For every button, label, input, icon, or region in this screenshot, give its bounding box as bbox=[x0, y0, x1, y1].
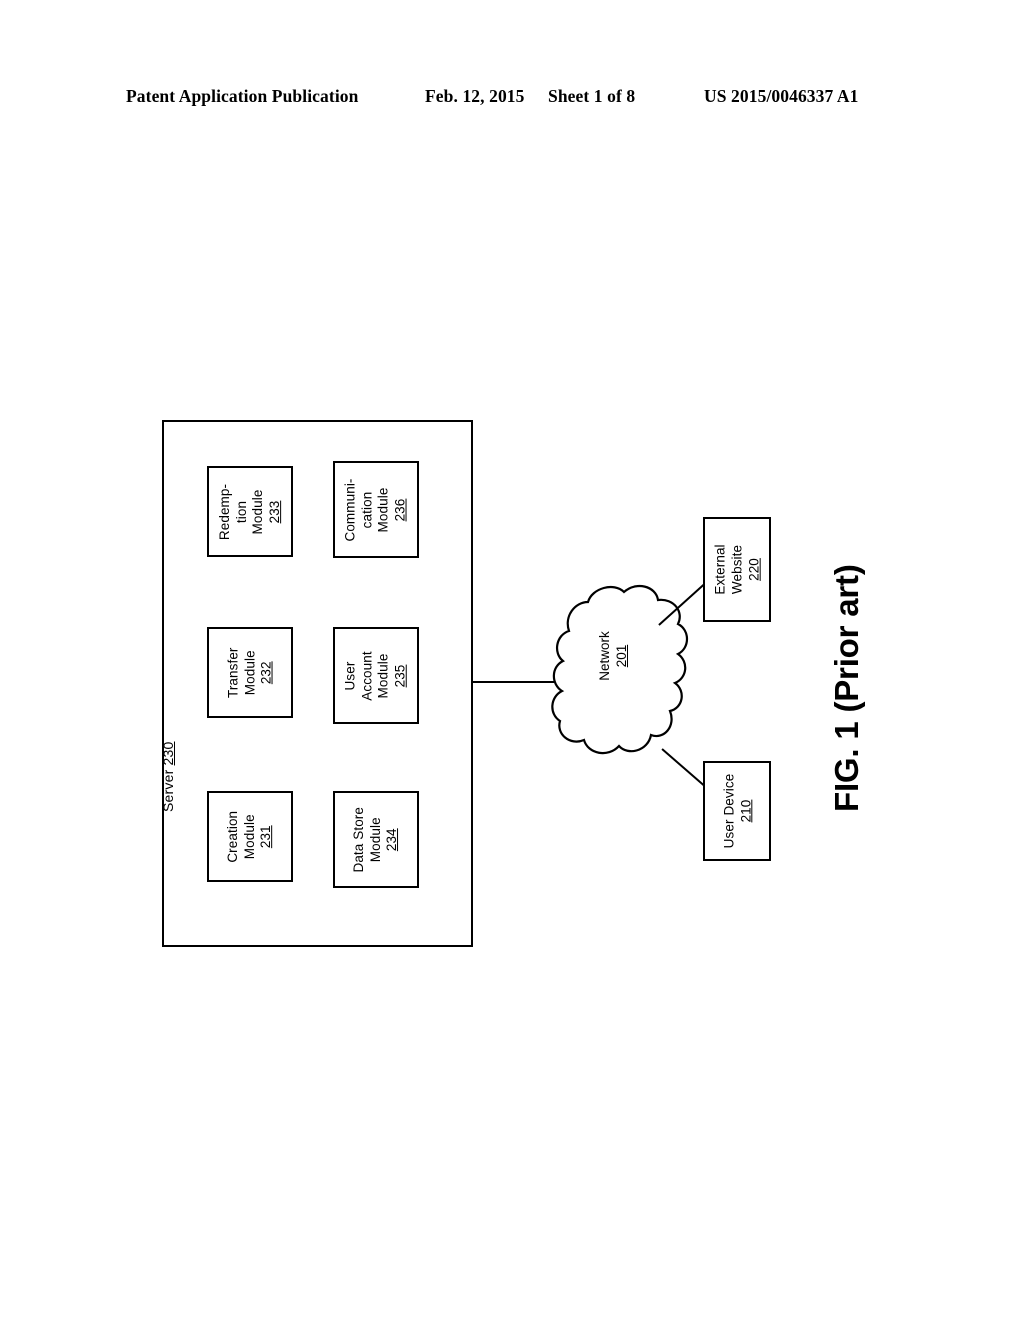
user-device-text: User Device 210 bbox=[721, 773, 753, 849]
redemption-module-text: Redemp-tion Module 233 bbox=[216, 483, 282, 540]
figure-drawing-area: Server 230 Redemp-tion Module 233 Communi-… bbox=[0, 0, 1024, 1320]
data-store-module-box: Data Store Module 234 bbox=[333, 791, 419, 888]
server-label: Server 230 bbox=[160, 672, 184, 813]
external-website-box: External Website 220 bbox=[703, 517, 771, 622]
creation-module-text: Creation Module 231 bbox=[225, 810, 274, 863]
user-account-module-box: User Account Module 235 bbox=[333, 627, 419, 724]
creation-module-box: Creation Module 231 bbox=[207, 791, 293, 882]
user-device-box: User Device 210 bbox=[703, 761, 771, 861]
server-reference-numeral: 230 bbox=[160, 741, 176, 766]
network-reference-numeral: 201 bbox=[614, 644, 629, 668]
network-label: Network 201 bbox=[596, 596, 629, 716]
user-account-module-text: User Account Module 235 bbox=[342, 650, 408, 701]
network-label-text: Network bbox=[597, 631, 612, 681]
communication-module-box: Communi-cation Module 236 bbox=[333, 461, 419, 558]
figure-caption: FIG. 1 (Prior art) bbox=[828, 564, 865, 812]
transfer-module-text: Transfer Module 232 bbox=[225, 647, 274, 698]
external-website-text: External Website 220 bbox=[712, 544, 762, 595]
communication-module-text: Communi-cation Module 236 bbox=[343, 477, 408, 542]
transfer-module-box: Transfer Module 232 bbox=[207, 627, 293, 718]
data-store-module-text: Data Store Module 234 bbox=[351, 806, 400, 873]
redemption-module-box: Redemp-tion Module 233 bbox=[207, 466, 293, 557]
server-label-text: Server bbox=[160, 769, 176, 812]
